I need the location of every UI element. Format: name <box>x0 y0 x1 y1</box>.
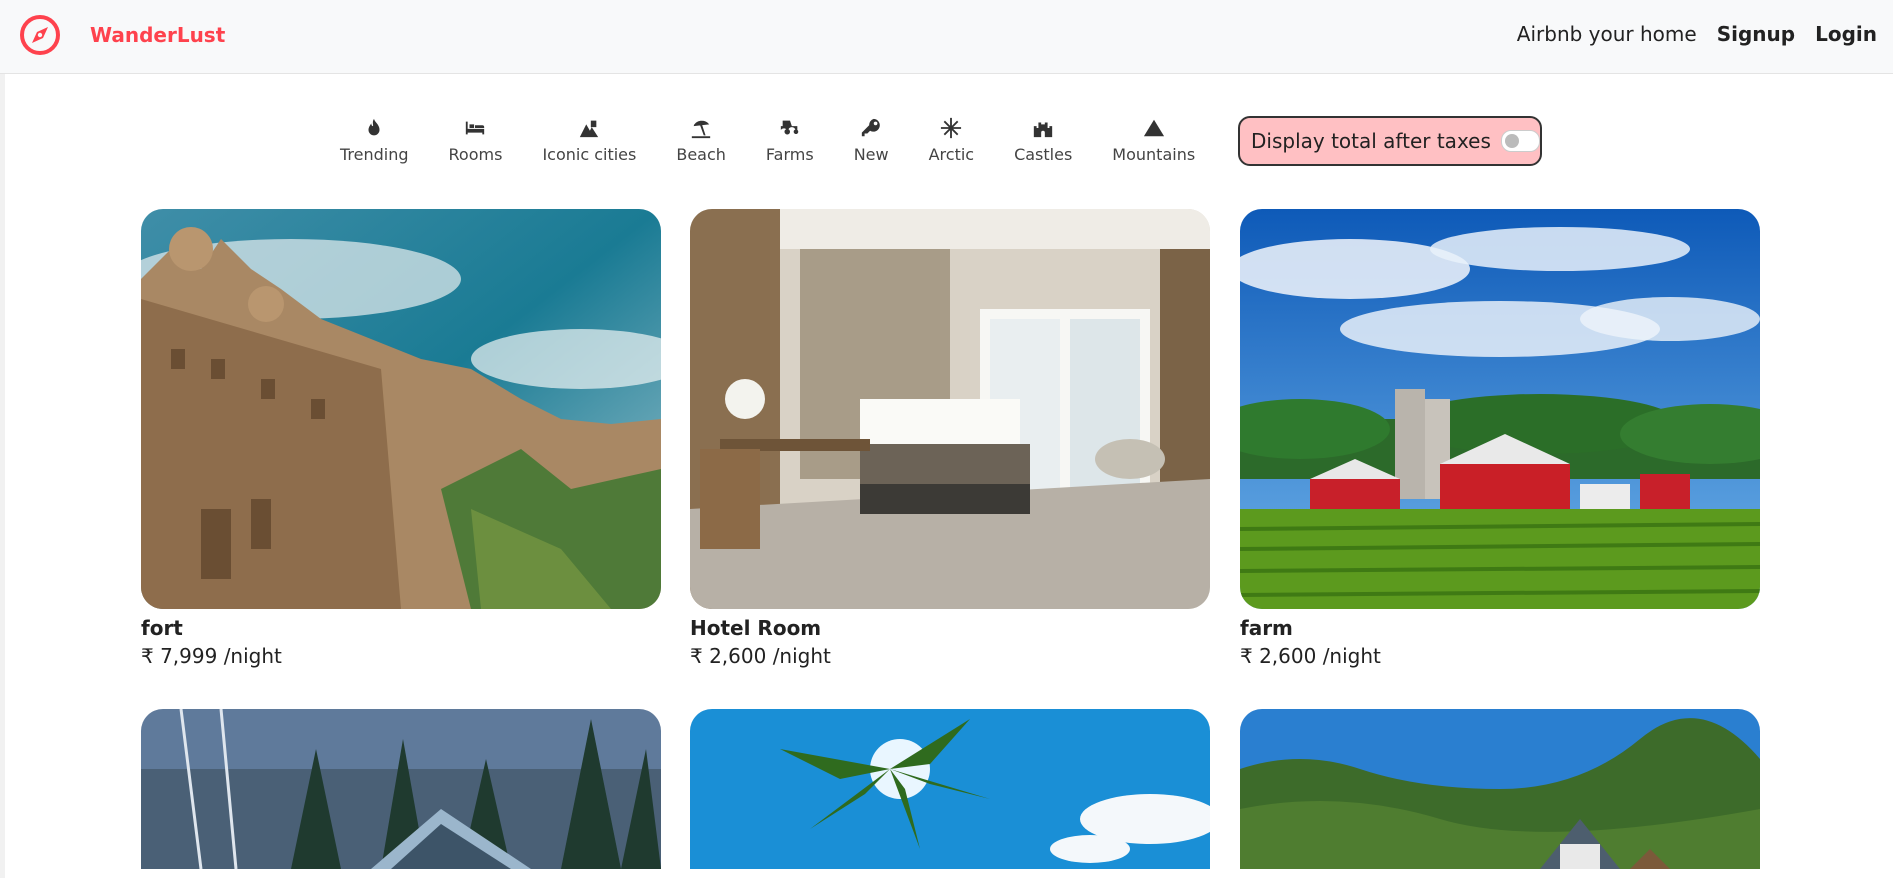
filter-beach[interactable]: Beach <box>676 112 726 164</box>
listing-title: farm <box>1240 616 1293 640</box>
filter-label: Trending <box>340 145 409 164</box>
filter-mountains[interactable]: Mountains <box>1112 112 1195 164</box>
filter-bar: Trending Rooms Iconic cities Beach Farms… <box>340 112 1235 172</box>
listing-title: fort <box>141 616 183 640</box>
brand-name[interactable]: WanderLust <box>90 23 225 47</box>
listing-card[interactable]: fort ₹ 7,999 /night <box>141 209 661 670</box>
filter-castles[interactable]: Castles <box>1014 112 1072 164</box>
filter-label: Iconic cities <box>542 145 637 164</box>
nav-links: Airbnb your home Signup Login <box>1517 22 1877 46</box>
compass-icon[interactable] <box>19 14 61 56</box>
listing-price: ₹ 2,600 /night <box>1240 644 1381 668</box>
listing-title: Hotel Room <box>690 616 822 640</box>
airbnb-your-home-link[interactable]: Airbnb your home <box>1517 22 1697 46</box>
filter-farms[interactable]: Farms <box>766 112 814 164</box>
tax-switch[interactable] <box>1500 130 1540 152</box>
filter-iconic-cities[interactable]: Iconic cities <box>542 112 636 164</box>
filter-label: Arctic <box>928 145 975 164</box>
filter-arctic[interactable]: Arctic <box>929 112 974 164</box>
listing-image[interactable] <box>690 209 1210 609</box>
key-icon <box>861 118 880 137</box>
listing-image[interactable] <box>1240 209 1760 609</box>
listing-card[interactable] <box>1240 709 1760 869</box>
listing-card[interactable]: Hotel Room ₹ 2,600 /night <box>690 209 1210 670</box>
listing-image[interactable] <box>1240 709 1760 869</box>
switch-knob <box>1504 134 1519 148</box>
filter-rooms[interactable]: Rooms <box>448 112 503 164</box>
bed-icon <box>466 121 485 135</box>
city-icon <box>580 120 599 138</box>
filter-label: Farms <box>765 145 814 164</box>
listing-card[interactable]: farm ₹ 2,600 /night <box>1240 209 1760 670</box>
filter-label: Castles <box>1014 145 1073 164</box>
listing-image[interactable] <box>141 209 661 609</box>
mountain-icon <box>1143 119 1164 137</box>
umbrella-beach-icon <box>691 120 711 139</box>
filter-trending[interactable]: Trending <box>340 112 409 164</box>
page-edge <box>0 0 5 878</box>
tax-toggle[interactable]: Display total after taxes <box>1238 116 1542 166</box>
listing-card[interactable] <box>141 709 661 869</box>
listing-image[interactable] <box>141 709 661 869</box>
filter-new[interactable]: New <box>854 112 889 164</box>
signup-link[interactable]: Signup <box>1717 22 1795 46</box>
login-link[interactable]: Login <box>1815 22 1877 46</box>
snowflake-icon <box>941 117 962 139</box>
fire-icon <box>368 118 380 136</box>
listing-price: ₹ 7,999 /night <box>141 644 282 668</box>
filter-label: Rooms <box>448 145 503 164</box>
tax-toggle-label: Display total after taxes <box>1251 129 1491 153</box>
filter-label: Mountains <box>1112 145 1196 164</box>
castle-icon <box>1034 122 1053 138</box>
listing-price: ₹ 2,600 /night <box>690 644 831 668</box>
navbar: WanderLust Airbnb your home Signup Login <box>0 0 1893 74</box>
tractor-icon <box>780 120 799 135</box>
listing-image[interactable] <box>690 709 1210 869</box>
listing-card[interactable] <box>690 709 1210 869</box>
filter-label: Beach <box>676 145 726 164</box>
filter-label: New <box>853 145 889 164</box>
